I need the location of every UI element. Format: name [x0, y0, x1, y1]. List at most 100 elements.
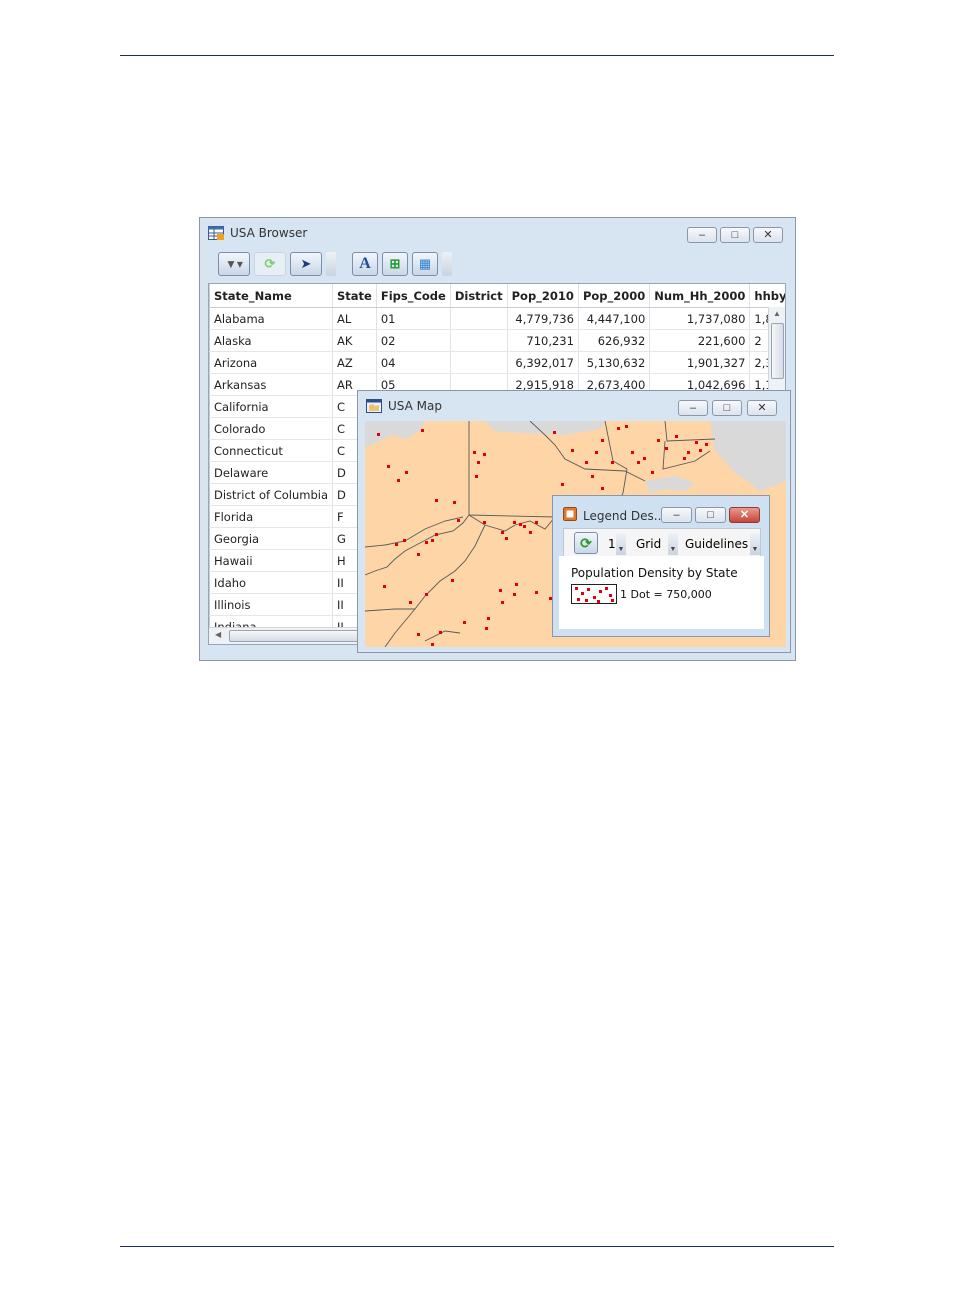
population-dot	[591, 475, 594, 478]
table-cell[interactable]: AL	[332, 307, 377, 330]
population-dot	[657, 439, 660, 442]
table-cell[interactable]: Alaska	[209, 329, 333, 352]
field-value[interactable]: 1	[608, 537, 616, 551]
toolbar-grip-2[interactable]	[442, 252, 452, 276]
grid-dropdown-arrow-icon[interactable]: ▼	[668, 533, 678, 555]
population-dot	[387, 465, 390, 468]
filter-icon[interactable]: ▼▾	[218, 252, 250, 276]
table-cell[interactable]: 4,779,736	[507, 307, 579, 330]
lake-erie	[365, 421, 425, 447]
population-dot	[473, 451, 476, 454]
table-cell[interactable]: Colorado	[209, 417, 333, 440]
column-header[interactable]: State_Name	[209, 284, 333, 308]
browser-title: USA Browser	[230, 226, 308, 240]
table-cell[interactable]: Idaho	[209, 571, 333, 594]
population-dot	[451, 579, 454, 582]
table-cell[interactable]: 01	[376, 307, 451, 330]
map-minimize-button[interactable]: –	[678, 400, 708, 416]
ocean-bay	[645, 476, 695, 493]
table-cell[interactable]: Illinois	[209, 593, 333, 616]
table-cell[interactable]: Georgia	[209, 527, 333, 550]
population-dot	[487, 617, 490, 620]
table-cell[interactable]	[450, 329, 508, 352]
population-dot	[683, 457, 686, 460]
table-cell[interactable]: 1,737,080	[649, 307, 751, 330]
scroll-up-arrow-icon[interactable]: ▲	[769, 309, 785, 318]
table-cell[interactable]	[450, 351, 508, 374]
map-titlebar[interactable]: USA Map – □ ✕	[358, 391, 790, 421]
table-row[interactable]: Alabama AL 01 4,779,736 4,447,100 1,737,080 1,…	[209, 307, 785, 330]
refresh-icon[interactable]: ⟳	[254, 252, 286, 276]
scroll-left-arrow-icon[interactable]: ◀	[215, 630, 221, 639]
grid-header-row: State_Name State Fips_Code District Pop_…	[209, 284, 785, 308]
table-row[interactable]: Alaska AK 02 710,231 626,932 221,600 2	[209, 329, 785, 352]
legend-window[interactable]: Legend Des... – □ ✕ ⟳ 1 ▼ Grid ▼ Guideli…	[552, 495, 770, 637]
table-cell[interactable]: 6,392,017	[507, 351, 579, 374]
population-dot	[637, 461, 640, 464]
guidelines-label[interactable]: Guidelines	[685, 537, 748, 551]
population-dot	[417, 633, 420, 636]
table-cell[interactable]: District of Columbia	[209, 483, 333, 506]
table-cell[interactable]: Hawaii	[209, 549, 333, 572]
table-cell[interactable]: 1,901,327	[649, 351, 751, 374]
add-column-icon[interactable]: ⊞	[382, 252, 408, 276]
table-cell[interactable]: Connecticut	[209, 439, 333, 462]
map-close-button[interactable]: ✕	[747, 400, 777, 416]
table-cell[interactable]: AK	[332, 329, 377, 352]
column-header[interactable]: Pop_2000	[578, 284, 651, 308]
column-header[interactable]: Fips_Code	[376, 284, 451, 308]
legend-maximize-button[interactable]: □	[695, 507, 726, 523]
table-cell[interactable]: 626,932	[578, 329, 651, 352]
pointer-icon[interactable]: ➤	[290, 252, 322, 276]
column-header[interactable]: Num_Hh_2000	[649, 284, 751, 308]
population-dot	[435, 499, 438, 502]
table-cell[interactable]: 4,447,100	[578, 307, 651, 330]
browser-toolbar: ▼▾ ⟳ ➤ A ⊞ ▦	[218, 252, 452, 278]
browser-maximize-button[interactable]: □	[720, 227, 750, 243]
population-dot	[483, 453, 486, 456]
legend-toolbar: ⟳ 1 ▼ Grid ▼ Guidelines ▼	[563, 528, 761, 558]
guidelines-dropdown-arrow-icon[interactable]: ▼	[750, 533, 760, 555]
population-dot	[523, 525, 526, 528]
population-dot	[485, 627, 488, 630]
legend-minimize-button[interactable]: –	[661, 507, 692, 523]
table-cell[interactable]: 02	[376, 329, 451, 352]
browser-minimize-button[interactable]: –	[687, 227, 717, 243]
map-maximize-button[interactable]: □	[712, 400, 742, 416]
column-header[interactable]: Pop_2010	[507, 284, 579, 308]
toolbar-grip[interactable]	[326, 252, 336, 276]
grid-label[interactable]: Grid	[636, 537, 661, 551]
table-cell[interactable]: Alabama	[209, 307, 333, 330]
population-dot	[453, 501, 456, 504]
table-cell[interactable]: 221,600	[649, 329, 751, 352]
table-cell[interactable]: California	[209, 395, 333, 418]
browser-close-button[interactable]: ✕	[753, 227, 783, 243]
population-dot	[409, 601, 412, 604]
table-cell[interactable]: AZ	[332, 351, 377, 374]
table-cell[interactable]: 04	[376, 351, 451, 374]
table-cell[interactable]: Arizona	[209, 351, 333, 374]
population-dot	[687, 451, 690, 454]
table-cell[interactable]: Arkansas	[209, 373, 333, 396]
table-cell[interactable]	[450, 307, 508, 330]
font-icon[interactable]: A	[352, 252, 378, 276]
table-cell[interactable]: Delaware	[209, 461, 333, 484]
legend-titlebar[interactable]: Legend Des... – □ ✕	[553, 496, 769, 524]
table-cell[interactable]: 710,231	[507, 329, 579, 352]
table-cell[interactable]: 5,130,632	[578, 351, 651, 374]
population-dot	[383, 585, 386, 588]
column-header[interactable]: hhby	[749, 284, 785, 308]
refresh-icon[interactable]: ⟳	[574, 532, 598, 554]
browser-titlebar[interactable]: USA Browser – □ ✕	[200, 218, 795, 248]
scroll-thumb[interactable]	[771, 323, 784, 379]
table-cell[interactable]: Florida	[209, 505, 333, 528]
population-dot	[529, 531, 532, 534]
legend-close-button[interactable]: ✕	[729, 507, 760, 523]
columns-icon[interactable]: ▦	[412, 252, 438, 276]
column-header[interactable]: District	[450, 284, 508, 308]
table-row[interactable]: Arizona AZ 04 6,392,017 5,130,632 1,901,327 2,…	[209, 351, 785, 374]
population-dot	[501, 531, 504, 534]
field-dropdown-arrow-icon[interactable]: ▼	[616, 533, 626, 555]
map-icon	[366, 399, 382, 413]
column-header[interactable]: State	[332, 284, 377, 308]
